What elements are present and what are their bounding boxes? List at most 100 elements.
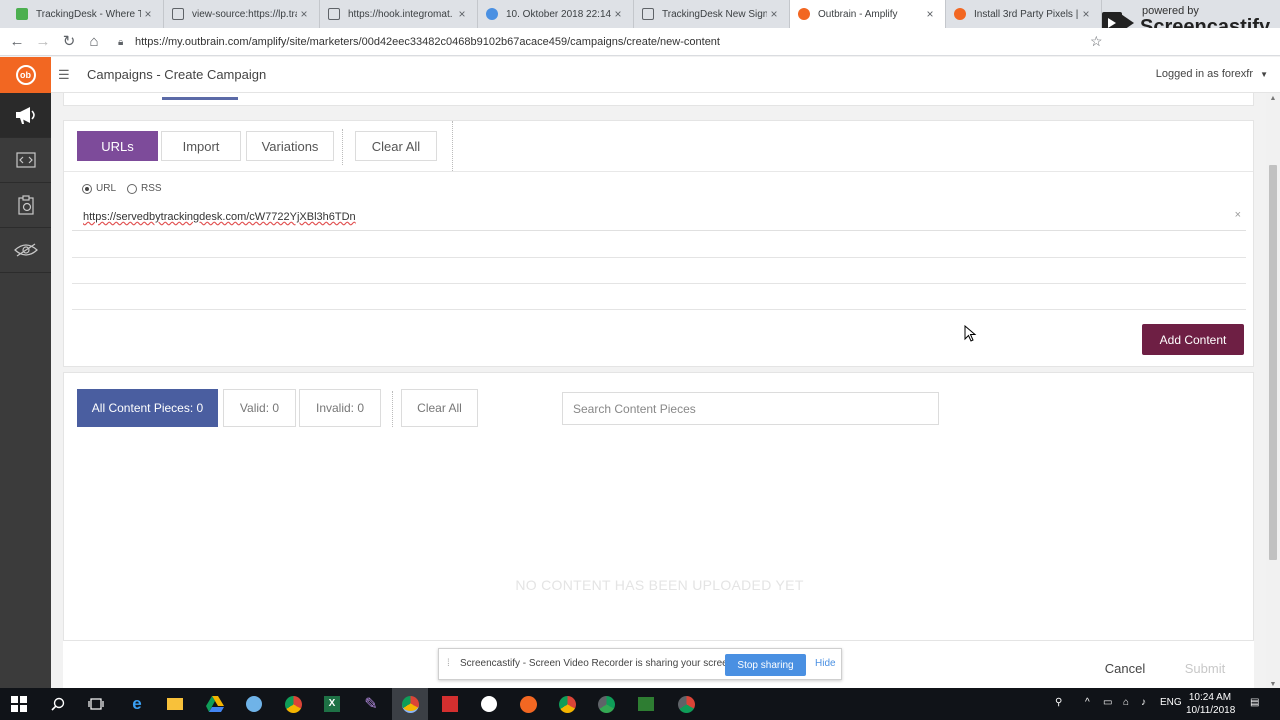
close-icon[interactable]: × <box>455 7 469 21</box>
scroll-up-icon[interactable]: ▲ <box>1266 95 1280 102</box>
url-field[interactable]: 🔒︎ https://my.outbrain.com/amplify/site/m… <box>118 34 1108 52</box>
sidebar-item-campaigns[interactable] <box>0 93 51 138</box>
submit-button[interactable]: Submit <box>1175 656 1235 680</box>
close-icon[interactable]: × <box>611 7 625 21</box>
hide-link[interactable]: Hide <box>815 658 836 669</box>
chrome-icon[interactable] <box>676 694 696 714</box>
acrobat-icon[interactable] <box>440 694 460 714</box>
drag-handle-icon[interactable]: ⁞ <box>447 658 450 669</box>
browser-tab[interactable]: view-source:https://lp.tra × <box>164 0 320 28</box>
windows-taskbar: e X ✎ ⚲ ^ ▭ ⌂ ♪ ENG 10:24 AM 10/11/2018 … <box>0 688 1280 720</box>
empty-url-row[interactable] <box>72 257 1246 258</box>
browser-tab[interactable]: https://hook.integromat. × <box>320 0 478 28</box>
task-view-icon[interactable] <box>86 694 106 714</box>
radio-url[interactable]: URL <box>82 183 116 194</box>
url-input-row[interactable]: https://servedbytrackingdesk.com/cW7722Y… <box>72 203 1246 231</box>
screen-share-notification: ⁞ Screencastify - Screen Video Recorder … <box>438 648 842 680</box>
scroll-down-icon[interactable]: ▼ <box>1266 681 1280 688</box>
user-menu[interactable]: Logged in as forexfr ▼ <box>1156 68 1268 80</box>
tab-variations[interactable]: Variations <box>246 131 334 161</box>
feather-app-icon[interactable]: ✎ <box>361 694 381 714</box>
tab-title: TrackingDesk New Signu <box>662 8 767 20</box>
tab-favicon-icon <box>954 8 966 20</box>
filter-invalid[interactable]: Invalid: 0 <box>299 389 381 427</box>
tab-urls[interactable]: URLs <box>77 131 158 161</box>
breadcrumb: Campaigns - Create Campaign <box>87 67 267 82</box>
url-input-value[interactable]: https://servedbytrackingdesk.com/cW7722Y… <box>83 211 356 223</box>
home-icon[interactable]: ⌂ <box>85 33 103 51</box>
chrome-icon[interactable] <box>283 694 303 714</box>
people-icon[interactable]: ⚲ <box>1055 697 1062 708</box>
tab-favicon-icon <box>172 8 184 20</box>
cancel-button[interactable]: Cancel <box>1078 656 1172 680</box>
share-message: Screencastify - Screen Video Recorder is… <box>460 658 737 669</box>
edge-browser-icon[interactable]: e <box>127 694 147 714</box>
clear-all-pieces-button[interactable]: Clear All <box>401 389 478 427</box>
filter-all-content-pieces[interactable]: All Content Pieces: 0 <box>77 389 218 427</box>
scrollbar-thumb[interactable] <box>1269 165 1277 560</box>
browser-tab-active[interactable]: Outbrain - Amplify × <box>790 0 946 28</box>
language-indicator[interactable]: ENG <box>1160 697 1182 708</box>
bookmark-star-icon[interactable]: ☆ <box>1090 33 1103 50</box>
notifications-icon[interactable]: ▤ <box>1250 697 1259 708</box>
add-content-button[interactable]: Add Content <box>1142 324 1244 355</box>
megaphone-icon <box>15 107 35 124</box>
volume-icon[interactable]: ♪ <box>1141 697 1146 708</box>
tab-favicon-icon <box>798 8 810 20</box>
app-icon[interactable] <box>518 694 538 714</box>
close-icon[interactable]: × <box>923 7 937 21</box>
google-drive-icon[interactable] <box>205 694 225 714</box>
system-clock[interactable]: 10:24 AM 10/11/2018 <box>1186 691 1236 717</box>
clock-date: 10/11/2018 <box>1186 705 1236 716</box>
close-icon[interactable]: × <box>141 7 155 21</box>
tab-title: Outbrain - Amplify <box>818 8 898 20</box>
divider <box>64 171 1253 172</box>
chrome-icon[interactable] <box>596 694 616 714</box>
chrome-active-icon[interactable] <box>392 688 428 720</box>
browser-tab[interactable]: Install 3rd Party Pixels | F × <box>946 0 1102 28</box>
stop-sharing-button[interactable]: Stop sharing <box>725 654 806 676</box>
radio-rss[interactable]: RSS <box>127 183 162 194</box>
filter-valid[interactable]: Valid: 0 <box>223 389 296 427</box>
menu-icon[interactable]: ☰ <box>58 67 72 83</box>
search-content-input[interactable]: Search Content Pieces <box>562 392 939 425</box>
network-icon[interactable]: ⌂ <box>1123 697 1129 708</box>
divider <box>392 391 393 427</box>
back-icon[interactable]: ← <box>8 33 26 51</box>
excel-icon[interactable]: X <box>322 694 342 714</box>
chevron-down-icon: ▼ <box>1260 70 1268 79</box>
close-icon[interactable]: × <box>1079 7 1093 21</box>
mouse-cursor-icon <box>964 325 977 342</box>
page-scrollbar[interactable]: ▲ ▼ <box>1266 93 1280 688</box>
empty-url-row[interactable] <box>72 283 1246 284</box>
outbrain-logo[interactable]: ob <box>0 57 51 93</box>
tab-import[interactable]: Import <box>161 131 241 161</box>
sidebar-item-audiences[interactable] <box>0 228 51 273</box>
clear-url-icon[interactable]: × <box>1235 209 1241 221</box>
radio-unselected-icon <box>127 183 137 194</box>
sidebar-item-reports[interactable] <box>0 183 51 228</box>
search-icon[interactable] <box>48 694 68 714</box>
windows-start-icon[interactable] <box>9 694 29 714</box>
clear-all-urls-button[interactable]: Clear All <box>355 131 437 161</box>
app-icon[interactable] <box>479 694 499 714</box>
browser-tab[interactable]: 10. Oktober 2018 22:14 - × <box>478 0 634 28</box>
app-icon[interactable] <box>244 694 264 714</box>
empty-url-row[interactable] <box>72 309 1246 310</box>
browser-tab[interactable]: TrackingDesk - Where Tr × <box>8 0 164 28</box>
close-icon[interactable]: × <box>297 7 311 21</box>
browser-tab[interactable]: TrackingDesk New Signu × <box>634 0 790 28</box>
sidebar-item-code[interactable] <box>0 138 51 183</box>
lock-icon: 🔒︎ <box>118 37 124 48</box>
tab-title: view-source:https://lp.tra <box>192 8 297 20</box>
file-explorer-icon[interactable] <box>165 694 185 714</box>
clock-time: 10:24 AM <box>1188 692 1232 703</box>
reload-icon[interactable]: ↻ <box>60 33 78 51</box>
chrome-icon[interactable] <box>557 694 577 714</box>
battery-icon[interactable]: ▭ <box>1103 697 1112 708</box>
active-step-indicator <box>162 97 238 100</box>
tray-chevron-up-icon[interactable]: ^ <box>1085 697 1090 708</box>
app-icon[interactable] <box>636 694 656 714</box>
close-icon[interactable]: × <box>767 7 781 21</box>
forward-icon[interactable]: → <box>34 33 52 51</box>
